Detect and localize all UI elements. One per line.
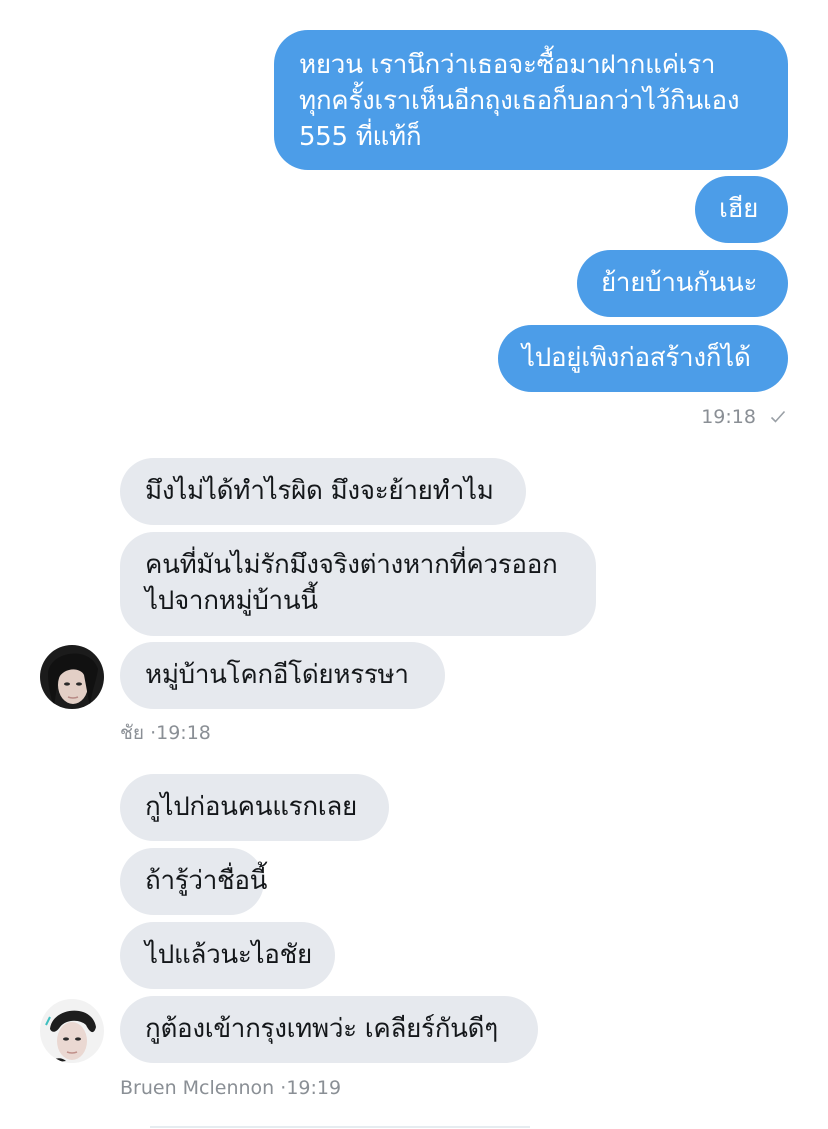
message-line: กูต้องเข้ากรุงเทพว่ะ เคลียร์กันดีๆ [145,1014,498,1044]
outgoing-message[interactable]: ย้ายบ้านกันนะ [577,250,788,317]
message-line: ไปแล้วนะไอชัย [145,940,312,970]
message-line: ถ้ารู้ว่าชื่อนี้ [145,866,268,896]
incoming-meta: ชัย ·19:18 [120,721,211,745]
incoming-message[interactable]: กูต้องเข้ากรุงเทพว่ะ เคลียร์กันดีๆ [120,996,538,1063]
chat-thread: หยวน เรานึกว่าเธอจะซื้อมาฝากแค่เรา ทุกคร… [0,0,828,1129]
message-time: 19:18 [156,722,211,744]
outgoing-message[interactable]: หยวน เรานึกว่าเธอจะซื้อมาฝากแค่เรา ทุกคร… [274,30,788,170]
sender-avatar[interactable] [40,645,104,709]
avatar-photo-icon [40,999,104,1063]
incoming-message[interactable]: คนที่มันไม่รักมึงจริงต่างหากที่ควรออก ไป… [120,532,596,636]
outgoing-message[interactable]: เฮีย [695,176,788,243]
message-line: คนที่มันไม่รักมึงจริงต่างหากที่ควรออก [145,550,558,580]
check-icon [770,406,786,430]
incoming-message[interactable]: ถ้ารู้ว่าชื่อนี้ [120,848,268,915]
bottom-divider [150,1126,530,1128]
sender-name: ชัย [120,722,145,744]
message-line: หยวน เรานึกว่าเธอจะซื้อมาฝากแค่เรา [299,50,716,80]
message-time: 19:19 [286,1077,342,1099]
message-line: มึงไม่ได้ทำไรผิด มึงจะย้ายทำไม [145,476,494,506]
avatar-photo-icon [40,645,104,709]
incoming-message[interactable]: ไปแล้วนะไอชัย [120,922,335,989]
incoming-meta: Bruen Mclennon ·19:19 [120,1076,341,1100]
message-line: กูไปก่อนคนแรกเลย [145,792,357,822]
sender-avatar[interactable] [40,999,104,1063]
sender-name: Bruen Mclennon [120,1077,275,1099]
message-line: ทุกครั้งเราเห็นอีกถุงเธอก็บอกว่าไว้กินเอ… [299,86,740,116]
outgoing-message[interactable]: ไปอยู่เพิงก่อสร้างก็ได้ [498,325,788,392]
message-time: 19:18 [701,406,756,428]
incoming-message[interactable]: กูไปก่อนคนแรกเลย [120,774,389,841]
message-line: 555 ที่แท้ก็ [299,122,422,152]
outgoing-timestamp: 19:18 [701,405,786,430]
message-line: หมู่บ้านโคกอีโด่ยหรรษา [145,660,409,690]
message-line: ย้ายบ้านกันนะ [601,268,758,298]
message-line: เฮีย [719,194,759,224]
incoming-message[interactable]: มึงไม่ได้ทำไรผิด มึงจะย้ายทำไม [120,458,526,525]
message-line: ไปจากหมู่บ้านนี้ [145,586,318,616]
incoming-message[interactable]: หมู่บ้านโคกอีโด่ยหรรษา [120,642,445,709]
message-line: ไปอยู่เพิงก่อสร้างก็ได้ [522,343,751,373]
